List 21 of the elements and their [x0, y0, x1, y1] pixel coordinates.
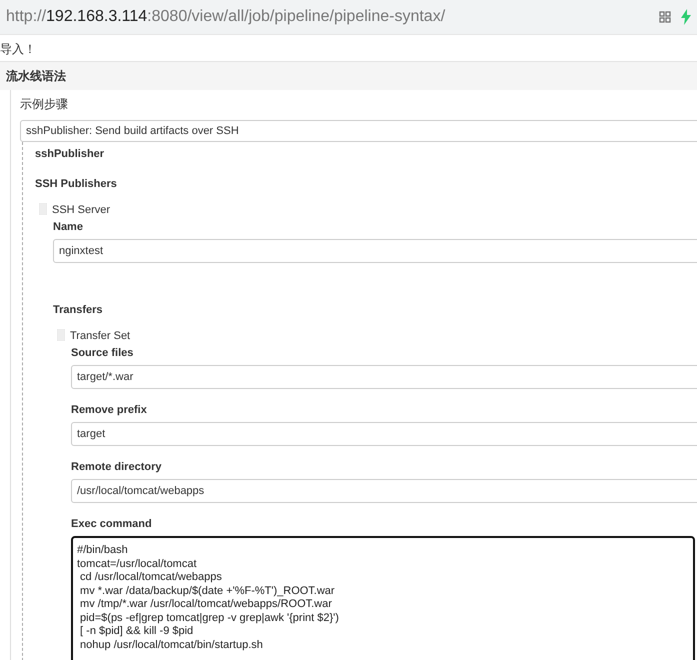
server-title: SSH Server [52, 204, 110, 216]
input-field[interactable]: target [71, 422, 697, 446]
transfers-label: Transfers [53, 304, 103, 316]
name-label: Name [53, 221, 83, 233]
lightning-icon[interactable] [681, 9, 691, 25]
field-label: Remove prefix [71, 404, 147, 416]
input-field[interactable]: target/*.war [71, 365, 697, 389]
publishers-label: SSH Publishers [35, 178, 117, 190]
name-field[interactable]: nginxtest [53, 239, 697, 263]
notice-text: 导入！ [0, 41, 37, 58]
sample-step-select[interactable]: sshPublisher: Send build artifacts over SSH [20, 120, 697, 142]
section-title: 流水线语法 [6, 68, 66, 84]
exec-command-label: Exec command [71, 518, 152, 530]
field-label: Remote directory [71, 461, 162, 473]
step-title: sshPublisher [35, 148, 104, 160]
field-label: Source files [71, 347, 134, 359]
qr-code-icon[interactable] [659, 11, 671, 23]
transfer-set-title: Transfer Set [70, 330, 130, 342]
exec-command-field[interactable]: #/bin/bash tomcat=/usr/local/tomcat cd /usr/local/tomcat/webapps mv *.war /data/backup/$(date +'%F-%T')_ROOT.war mv /tmp/*.war /usr/local/tomcat/webapps/ROOT.war pid=$(ps -ef|grep tomcat|grep -v grep|awk '{print $2}') [ -n $pid] && kill -9 $pid nohup /usr/local/tomcat/bin/startup.sh [71, 536, 695, 660]
sample-step-label: 示例步骤 [20, 96, 68, 113]
input-field[interactable]: /usr/local/tomcat/webapps [71, 479, 697, 503]
